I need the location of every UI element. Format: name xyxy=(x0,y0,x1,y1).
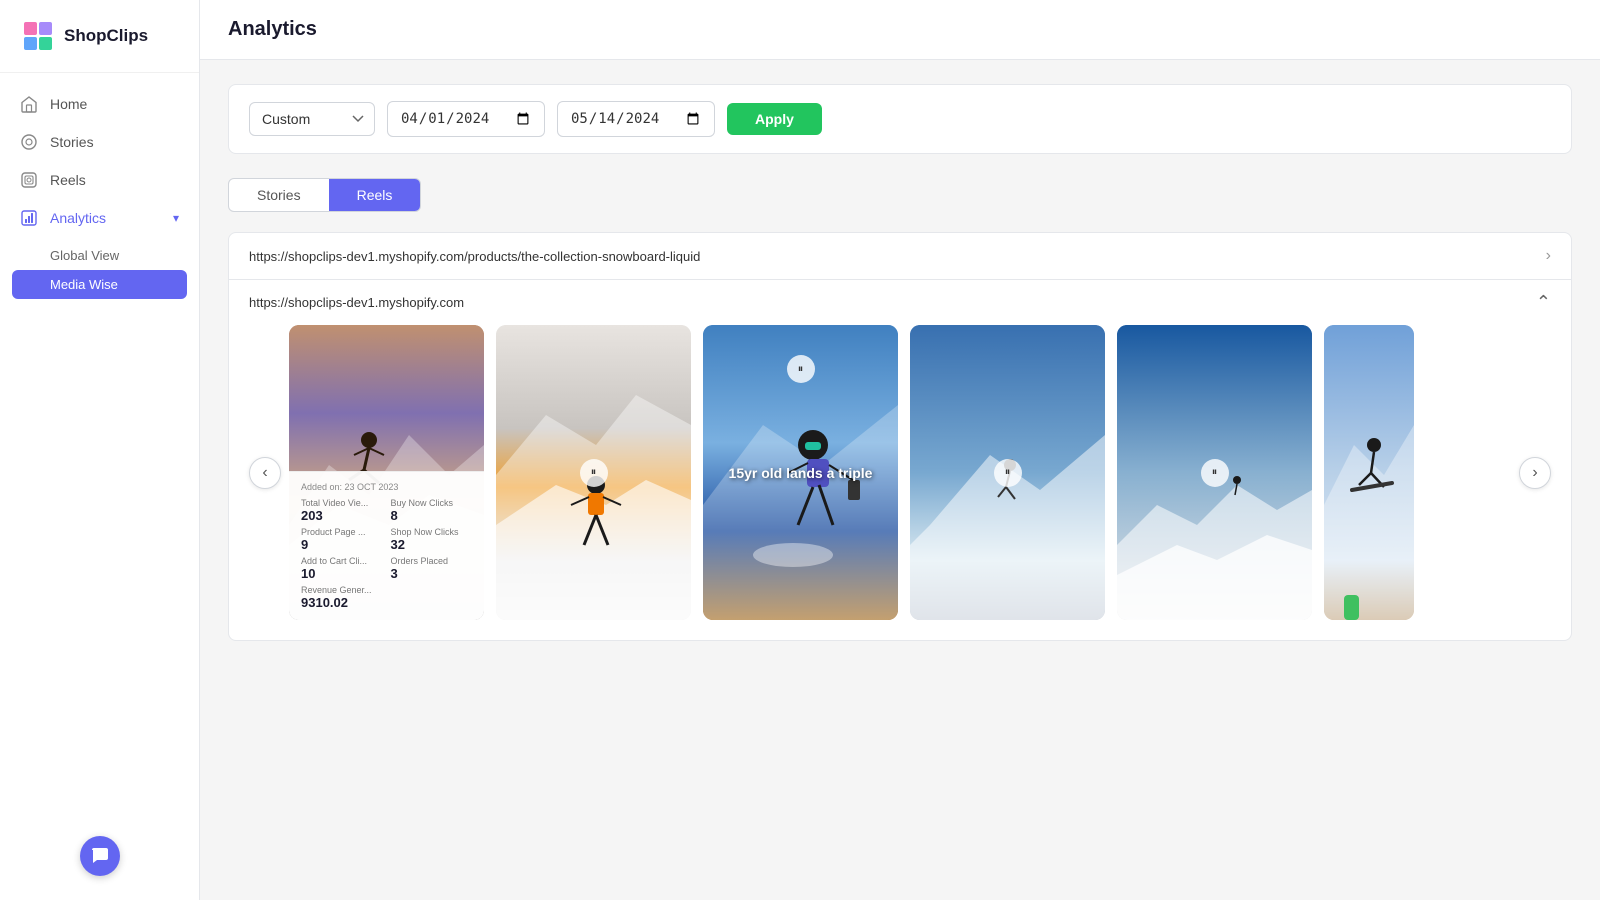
carousel-next-button[interactable]: › xyxy=(1519,457,1551,489)
apply-button[interactable]: Apply xyxy=(727,103,822,135)
sidebar-item-reels-label: Reels xyxy=(50,172,86,188)
card-image-6 xyxy=(1324,325,1414,620)
sidebar-item-reels[interactable]: Reels xyxy=(0,161,199,199)
analytics-sub-nav: Global View Media Wise xyxy=(0,237,199,303)
stat-revenue: Revenue Gener... 9310.02 xyxy=(301,585,472,610)
stat-buy-now: Buy Now Clicks 8 xyxy=(391,498,473,523)
chevron-up-icon: ⌃ xyxy=(1536,292,1551,313)
media-carousel: ‹ xyxy=(229,325,1571,640)
page-title: Analytics xyxy=(228,18,317,41)
carousel-prev-button[interactable]: ‹ xyxy=(249,457,281,489)
home-icon xyxy=(20,95,38,113)
media-card-3[interactable]: 15yr old lands a triple ⏸ xyxy=(703,325,898,620)
chat-bubble-button[interactable] xyxy=(80,836,120,876)
media-wise-label: Media Wise xyxy=(50,277,118,292)
logo-area: ShopClips xyxy=(0,0,199,73)
app-name: ShopClips xyxy=(64,26,148,46)
global-view-label: Global View xyxy=(50,248,119,263)
tab-stories[interactable]: Stories xyxy=(229,179,329,211)
date-range-select[interactable]: Custom Last 7 days Last 30 days Last 90 … xyxy=(249,102,375,136)
content-tabs: Stories Reels xyxy=(228,178,421,212)
sidebar-item-stories[interactable]: Stories xyxy=(0,123,199,161)
card-2-play-btn[interactable]: ⏸ xyxy=(580,459,608,487)
media-card-5[interactable]: ⏸ xyxy=(1117,325,1312,620)
sidebar-item-media-wise[interactable]: Media Wise xyxy=(12,270,187,299)
sidebar-item-analytics-label: Analytics xyxy=(50,210,106,226)
sidebar-item-home-label: Home xyxy=(50,96,87,112)
sidebar-item-analytics[interactable]: Analytics ▾ xyxy=(0,199,199,237)
stat-product-page: Product Page ... 9 xyxy=(301,527,383,552)
overlay-stats-grid: Total Video Vie... 203 Buy Now Clicks 8 … xyxy=(301,498,472,610)
url-accordion: https://shopclips-dev1.myshopify.com/pro… xyxy=(228,232,1572,641)
media-card-1[interactable]: Added on: 23 OCT 2023 Total Video Vie...… xyxy=(289,325,484,620)
app-logo-icon xyxy=(20,18,56,54)
accordion-url-2: https://shopclips-dev1.myshopify.com xyxy=(249,295,464,310)
page-header: Analytics xyxy=(200,0,1600,60)
chat-icon xyxy=(90,846,110,866)
media-card-4[interactable]: ⏸ xyxy=(910,325,1105,620)
stat-add-to-cart: Add to Cart Cli... 10 xyxy=(301,556,383,581)
media-card-6[interactable] xyxy=(1324,325,1414,620)
chevron-right-icon: › xyxy=(1546,247,1551,265)
sidebar: ShopClips Home Stories Reels xyxy=(0,0,200,900)
main-content: Analytics Custom Last 7 days Last 30 day… xyxy=(200,0,1600,900)
sidebar-item-home[interactable]: Home xyxy=(0,85,199,123)
reels-icon xyxy=(20,171,38,189)
carousel-track: Added on: 23 OCT 2023 Total Video Vie...… xyxy=(289,325,1511,620)
sidebar-nav: Home Stories Reels xyxy=(0,73,199,900)
overlay-date: Added on: 23 OCT 2023 xyxy=(301,482,472,492)
stories-icon xyxy=(20,133,38,151)
chevron-down-icon: ▾ xyxy=(173,211,179,225)
card-1-overlay: Added on: 23 OCT 2023 Total Video Vie...… xyxy=(289,471,484,620)
stat-orders: Orders Placed 3 xyxy=(391,556,473,581)
media-card-2[interactable]: ⏸ xyxy=(496,325,691,620)
accordion-url-1: https://shopclips-dev1.myshopify.com/pro… xyxy=(249,249,700,264)
analytics-icon xyxy=(20,209,38,227)
card-5-play-btn[interactable]: ⏸ xyxy=(1201,459,1229,487)
accordion-item-url2: https://shopclips-dev1.myshopify.com ⌃ ‹ xyxy=(229,280,1571,640)
date-from-input[interactable] xyxy=(387,101,545,137)
sidebar-item-stories-label: Stories xyxy=(50,134,94,150)
card-4-play-btn[interactable]: ⏸ xyxy=(994,459,1022,487)
date-to-input[interactable] xyxy=(557,101,715,137)
stat-shop-now: Shop Now Clicks 32 xyxy=(391,527,473,552)
accordion-item-url1[interactable]: https://shopclips-dev1.myshopify.com/pro… xyxy=(229,233,1571,280)
tab-reels[interactable]: Reels xyxy=(329,179,421,211)
content-area: Custom Last 7 days Last 30 days Last 90 … xyxy=(200,60,1600,900)
stat-total-video: Total Video Vie... 203 xyxy=(301,498,383,523)
accordion-url2-header[interactable]: https://shopclips-dev1.myshopify.com ⌃ xyxy=(229,280,1571,325)
filter-bar: Custom Last 7 days Last 30 days Last 90 … xyxy=(228,84,1572,154)
card-3-text: 15yr old lands a triple xyxy=(729,465,873,481)
sidebar-item-global-view[interactable]: Global View xyxy=(0,241,199,270)
card-3-play-btn[interactable]: ⏸ xyxy=(787,355,815,383)
